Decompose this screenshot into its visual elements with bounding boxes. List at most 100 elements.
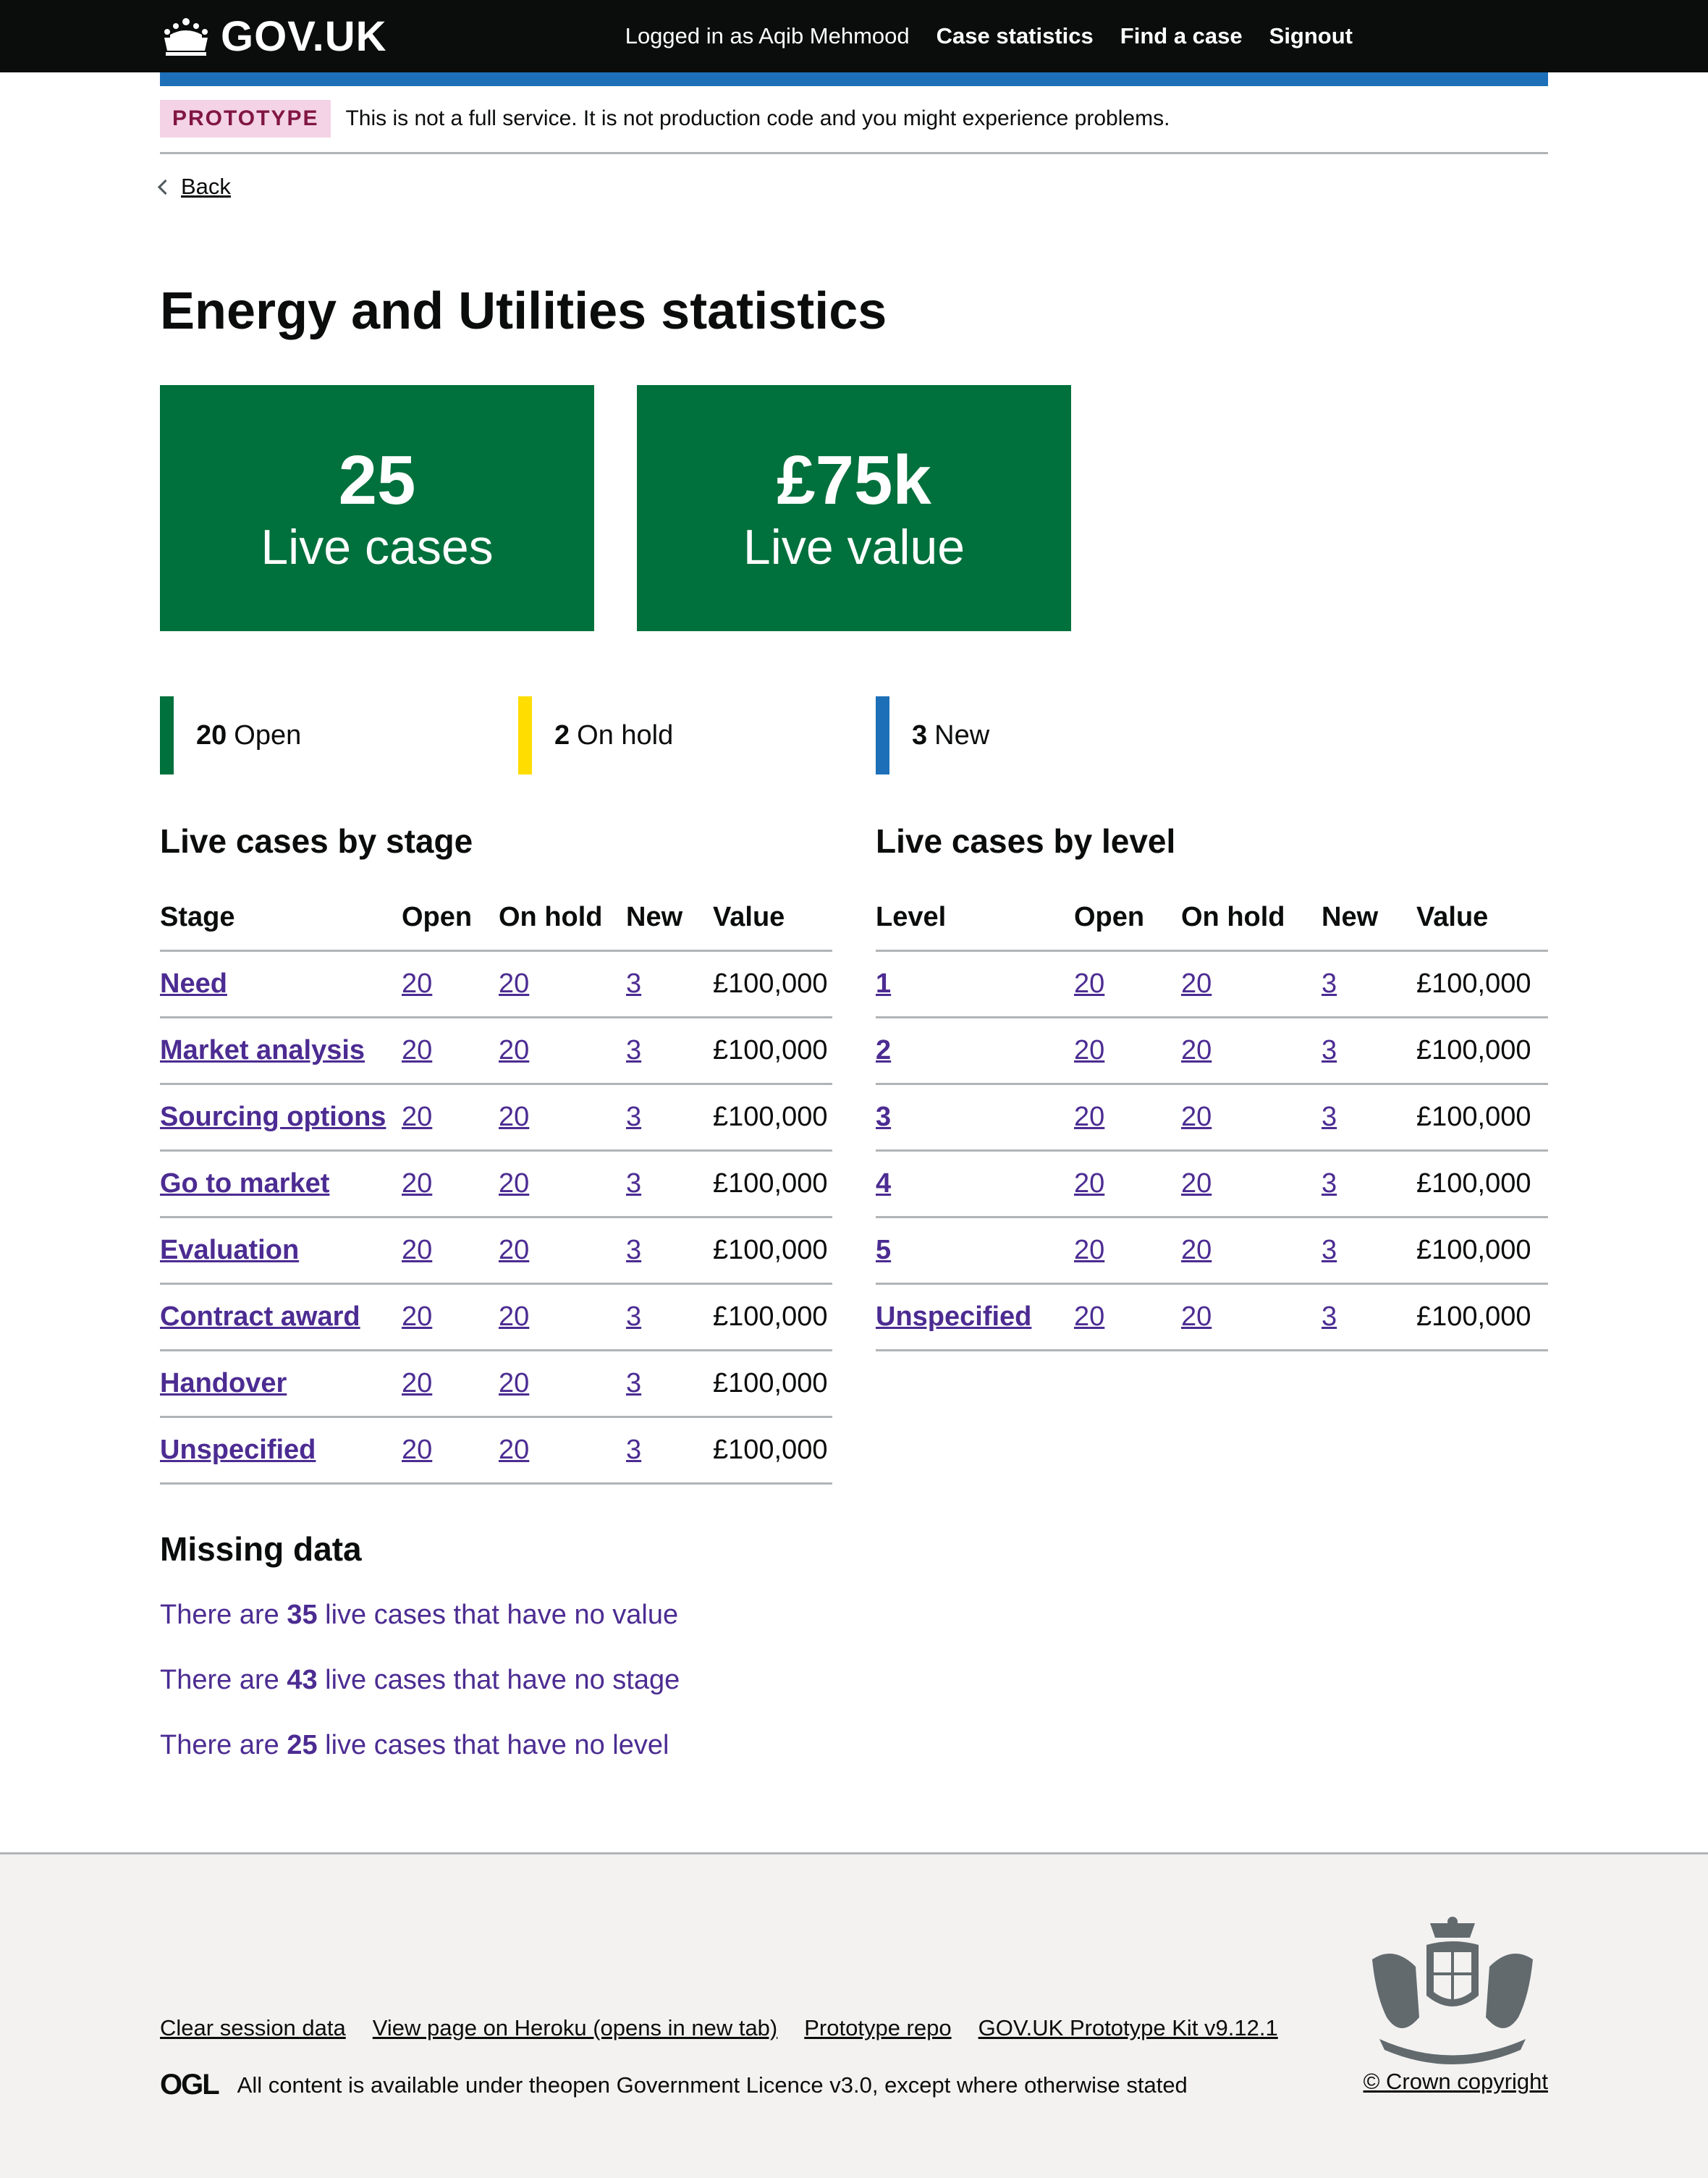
count-link[interactable]: 20 (1074, 1168, 1104, 1199)
stage-link[interactable]: Unspecified (160, 1435, 316, 1465)
level-link[interactable]: 1 (876, 968, 891, 999)
level-table-heading: Live cases by level (876, 822, 1176, 860)
table-cell: 20 (1074, 1150, 1181, 1218)
count-link[interactable]: 3 (626, 1035, 641, 1065)
count-link[interactable]: 3 (626, 1168, 641, 1199)
count-link[interactable]: 3 (1322, 968, 1337, 999)
status-count: 2 (554, 719, 570, 751)
count-link[interactable]: 20 (1181, 968, 1212, 999)
table-cell: 20 (1181, 1017, 1322, 1085)
table-cell: 20 (499, 1084, 626, 1152)
count-link[interactable]: 3 (1322, 1235, 1337, 1265)
stat-value: £75k (777, 442, 931, 519)
count-link[interactable]: 3 (626, 1301, 641, 1332)
stage-link[interactable]: Evaluation (160, 1235, 299, 1265)
status-on-hold: 2 On hold (518, 696, 673, 774)
govuk-logo-link[interactable]: GOV.UK (160, 13, 386, 60)
level-link[interactable]: 5 (876, 1235, 891, 1265)
level-link[interactable]: 2 (876, 1035, 891, 1065)
count-link[interactable]: 3 (626, 1102, 641, 1132)
count-link[interactable]: 3 (626, 1235, 641, 1265)
nav-case-statistics[interactable]: Case statistics (937, 23, 1094, 49)
footer-link-heroku[interactable]: View page on Heroku (opens in new tab) (373, 2015, 778, 2041)
licence-link[interactable]: open Government Licence v3.0 (560, 2072, 872, 2098)
link-text: live cases that have no level (317, 1730, 669, 1760)
table-cell: 20 (1181, 1150, 1322, 1218)
page-title: Energy and Utilities statistics (160, 282, 887, 340)
value-cell: £100,000 (1416, 1283, 1548, 1351)
footer-link-prototype-kit[interactable]: GOV.UK Prototype Kit v9.12.1 (978, 2015, 1278, 2041)
count-link[interactable]: 20 (499, 1368, 529, 1398)
table-cell: 20 (1074, 1084, 1181, 1152)
count-link[interactable]: 20 (1074, 968, 1104, 999)
count-link[interactable]: 20 (1074, 1235, 1104, 1265)
status-label: New (934, 719, 990, 751)
status-new: 3 New (876, 696, 989, 774)
count-link[interactable]: 20 (499, 1301, 529, 1332)
column-header: Value (713, 885, 832, 952)
table-cell: 20 (402, 1150, 499, 1218)
table-cell: Unspecified (876, 1283, 1074, 1351)
count-link[interactable]: 20 (1181, 1102, 1212, 1132)
count-link[interactable]: 20 (402, 968, 432, 999)
count-link[interactable]: 20 (499, 1035, 529, 1065)
count-link[interactable]: 20 (402, 1102, 432, 1132)
column-header: On hold (1181, 885, 1322, 952)
stage-link[interactable]: Market analysis (160, 1035, 365, 1065)
live-cases-stat: 25 Live cases (160, 385, 594, 631)
missing-stage-link[interactable]: There are 43 live cases that have no sta… (160, 1665, 680, 1696)
table-row: Market analysis 20 20 3 £100,000 (160, 1017, 832, 1085)
count-link[interactable]: 20 (1181, 1301, 1212, 1332)
count-link[interactable]: 20 (402, 1168, 432, 1199)
stage-link[interactable]: Handover (160, 1368, 287, 1398)
count-link[interactable]: 20 (499, 968, 529, 999)
crown-copyright-link[interactable]: © Crown copyright (1364, 2069, 1548, 2095)
count-link[interactable]: 20 (1074, 1035, 1104, 1065)
count-link[interactable]: 20 (1181, 1035, 1212, 1065)
count-link[interactable]: 20 (402, 1035, 432, 1065)
count-link[interactable]: 20 (1181, 1168, 1212, 1199)
count-link[interactable]: 20 (499, 1168, 529, 1199)
stage-link[interactable]: Contract award (160, 1301, 360, 1332)
stage-link[interactable]: Sourcing options (160, 1102, 386, 1132)
count-link[interactable]: 20 (402, 1235, 432, 1265)
missing-value-link[interactable]: There are 35 live cases that have no val… (160, 1600, 678, 1631)
count-link[interactable]: 3 (1322, 1168, 1337, 1199)
count-link[interactable]: 20 (402, 1368, 432, 1398)
nav-signout[interactable]: Signout (1269, 23, 1353, 49)
column-header: Stage (160, 885, 402, 952)
footer-link-prototype-repo[interactable]: Prototype repo (804, 2015, 951, 2041)
count-link[interactable]: 20 (1074, 1301, 1104, 1332)
table-cell: 20 (402, 1084, 499, 1152)
count-link[interactable]: 20 (499, 1102, 529, 1132)
table-row: Contract award 20 20 3 £100,000 (160, 1283, 832, 1351)
count-link[interactable]: 20 (402, 1301, 432, 1332)
level-link[interactable]: Unspecified (876, 1301, 1031, 1332)
count-link[interactable]: 3 (626, 1435, 641, 1465)
nav-find-a-case[interactable]: Find a case (1120, 23, 1243, 49)
stage-link[interactable]: Go to market (160, 1168, 329, 1199)
count-link[interactable]: 20 (499, 1235, 529, 1265)
count-link[interactable]: 20 (1181, 1235, 1212, 1265)
level-link[interactable]: 3 (876, 1102, 891, 1132)
table-cell: 3 (626, 1084, 713, 1152)
value-cell: £100,000 (713, 1217, 832, 1285)
missing-level-link[interactable]: There are 25 live cases that have no lev… (160, 1730, 669, 1761)
count-link[interactable]: 3 (1322, 1035, 1337, 1065)
level-link[interactable]: 4 (876, 1168, 891, 1199)
count-link[interactable]: 3 (1322, 1102, 1337, 1132)
stage-link[interactable]: Need (160, 968, 227, 999)
count-link[interactable]: 3 (1322, 1301, 1337, 1332)
count-link[interactable]: 3 (626, 1368, 641, 1398)
crown-icon (164, 18, 208, 56)
count-link[interactable]: 20 (402, 1435, 432, 1465)
footer-link-clear-session[interactable]: Clear session data (160, 2015, 346, 2041)
back-link[interactable]: Back (157, 174, 231, 200)
table-cell: 5 (876, 1217, 1074, 1285)
count-link[interactable]: 20 (499, 1435, 529, 1465)
table-cell: 3 (1322, 1150, 1416, 1218)
count-link[interactable]: 3 (626, 968, 641, 999)
count-link[interactable]: 20 (1074, 1102, 1104, 1132)
link-count: 25 (287, 1730, 318, 1760)
table-cell: 20 (499, 1283, 626, 1351)
